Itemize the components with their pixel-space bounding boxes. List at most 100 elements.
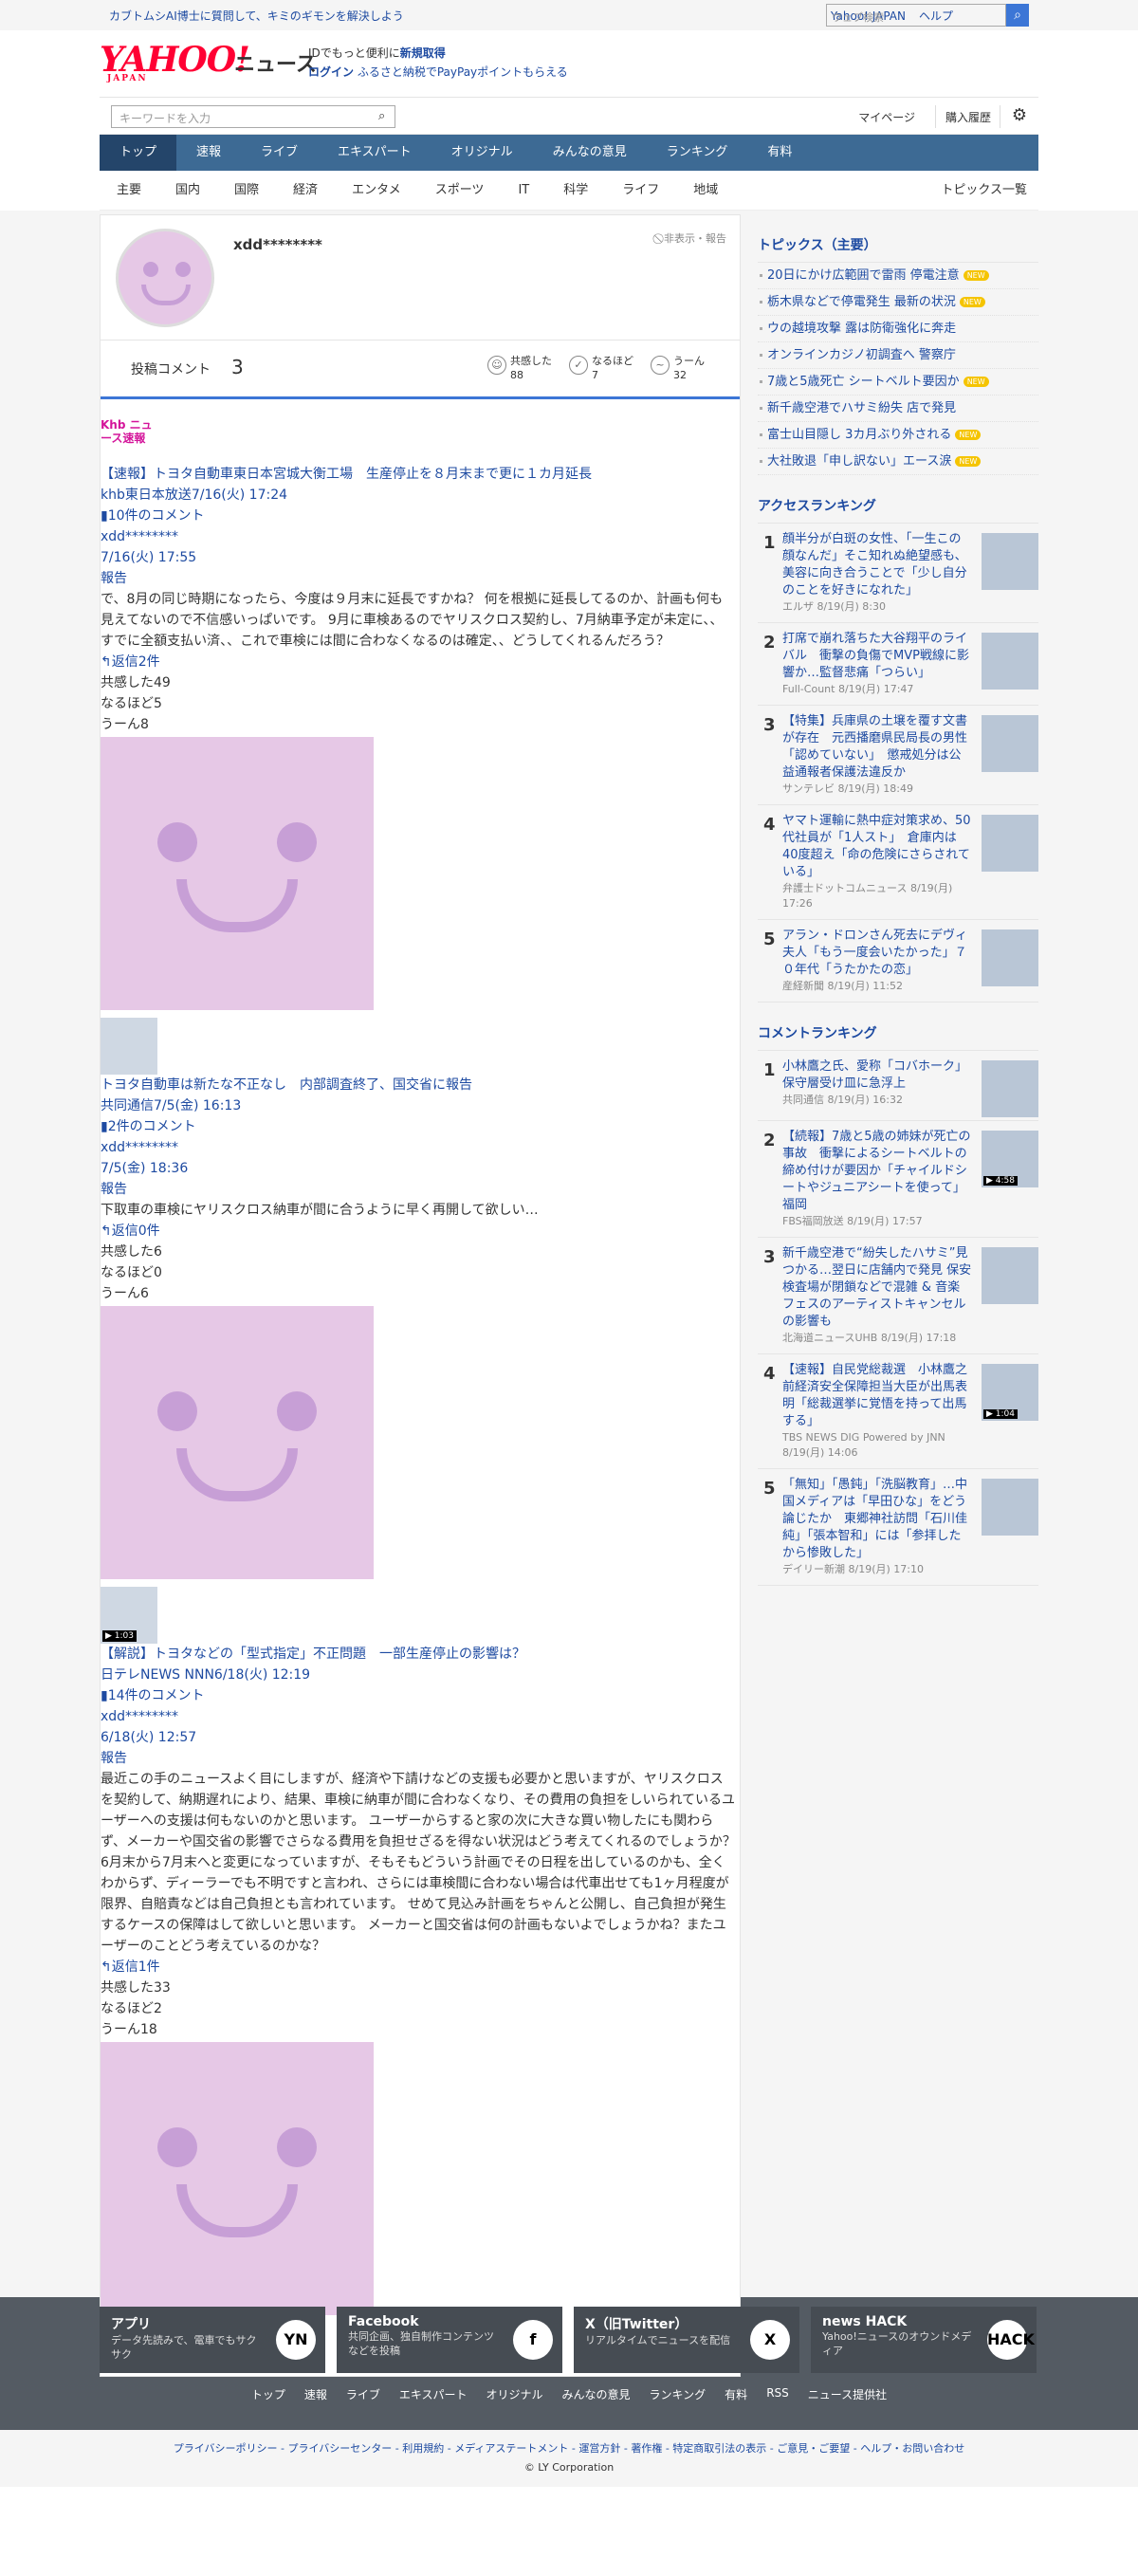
yahoo-logo[interactable]: YAHOO! JAPAN — [100, 40, 250, 83]
topics-list-link[interactable]: トピックス一覧 — [941, 171, 1027, 211]
signup-link[interactable]: 新規取得 — [400, 46, 446, 60]
gnav-live[interactable]: ライブ — [241, 135, 318, 171]
login-link[interactable]: ログイン — [308, 65, 354, 79]
gnav-expert[interactable]: エキスパート — [318, 135, 431, 171]
search-icon[interactable]: ⌕ — [378, 109, 385, 123]
ranking-title[interactable]: 小林鷹之氏、愛称「コバホーク」保守層受け皿に急浮上 — [782, 1058, 972, 1093]
web-search-input[interactable]: ウェブ検索 — [826, 4, 1006, 27]
cat-life[interactable]: ライフ — [605, 171, 676, 210]
ranking-item[interactable]: 2 打席で崩れ落ちた大谷翔平のライバル 衝撃の負傷でMVP戦線に影響か…監督悲痛「… — [758, 623, 1038, 706]
comment-ranking-heading[interactable]: コメントランキング — [758, 1003, 1038, 1051]
topic-link[interactable]: 栃木県などで停電発生 最新の状況 NEW — [758, 289, 1038, 316]
purchase-history-link[interactable]: 購入履歴 — [945, 109, 991, 125]
article-title[interactable]: 【速報】トヨタ自動車東日本宮城大衡工場 生産停止を８月末まで更に１カ月延長 — [101, 467, 592, 482]
ranking-thumbnail[interactable]: ▶ 1:04 — [982, 1364, 1038, 1421]
gnav-top[interactable]: トップ — [100, 135, 177, 171]
ranking-thumbnail[interactable] — [982, 929, 1038, 986]
ranking-title[interactable]: 【速報】自民党総裁選 小林鷹之前経済安全保障担当大臣が出馬表明「総裁選挙に覚悟を… — [782, 1362, 972, 1430]
ranking-thumbnail[interactable] — [982, 633, 1038, 690]
report-link[interactable]: 報告 — [101, 571, 127, 586]
hide-report-link[interactable]: ⃠ 非表示・報告 — [661, 230, 726, 246]
footer-link[interactable]: 速報 — [295, 2386, 337, 2402]
footer-link[interactable]: ライブ — [337, 2386, 390, 2402]
footer-link[interactable]: みんなの意見 — [553, 2386, 640, 2402]
ranking-item[interactable]: 1 小林鷹之氏、愛称「コバホーク」保守層受け皿に急浮上 共同通信 8/19(月) 1… — [758, 1051, 1038, 1121]
ranking-item[interactable]: 5 アラン・ドロンさん死去にデヴィ夫人「もう一度会いたかった」７０年代「うたかたの… — [758, 920, 1038, 1003]
footer-link[interactable]: エキスパート — [390, 2386, 477, 2402]
article-source[interactable]: 日テレNEWS NNN6/18(火) 12:19 — [101, 1667, 310, 1683]
ranking-thumbnail[interactable] — [982, 1247, 1038, 1304]
ranking-item[interactable]: 4 ヤマト運輸に熱中症対策求め、50代社員が「1人スト」 倉庫内は40度超え「命の… — [758, 805, 1038, 920]
footer-app-box[interactable]: アプリ データ先読みで、電車でもサクサク YN — [100, 2307, 325, 2373]
comment-count-link[interactable]: ▮10件のコメント — [101, 508, 205, 524]
topic-link[interactable]: 20日にかけ広範囲で雷雨 停電注意 NEW — [758, 263, 1038, 289]
ranking-thumbnail[interactable]: ▶ 4:58 — [982, 1131, 1038, 1187]
article-source[interactable]: 共同通信7/5(金) 16:13 — [101, 1098, 241, 1113]
comment-user[interactable]: xdd******** — [101, 1709, 178, 1724]
cat-main[interactable]: 主要 — [100, 171, 158, 210]
replies-link[interactable]: ↰返信2件 — [101, 654, 160, 670]
cat-sports[interactable]: スポーツ — [418, 171, 502, 210]
comment-user[interactable]: xdd******** — [101, 1140, 178, 1155]
ranking-item[interactable]: 3 【特集】兵庫県の土壌を覆す文書が存在 元西播磨県民局長の男性「認めていない」 … — [758, 706, 1038, 805]
legal-links[interactable]: プライバシーポリシー - プライバシーセンター - 利用規約 - メディアステー… — [0, 2439, 1138, 2458]
article-title[interactable]: トヨタ自動車は新たな不正なし 内部調査終了、国交省に報告 — [101, 1077, 472, 1093]
comment-date[interactable]: 6/18(火) 12:57 — [101, 1730, 196, 1745]
access-ranking-heading[interactable]: アクセスランキング — [758, 475, 1038, 524]
comment-count-link[interactable]: ▮2件のコメント — [101, 1119, 196, 1134]
ranking-title[interactable]: アラン・ドロンさん死去にデヴィ夫人「もう一度会いたかった」７０年代「うたかたの恋… — [782, 928, 972, 979]
ranking-title[interactable]: 新千歳空港で“紛失したハサミ”見つかる…翌日に店舗内で発見 保安検査場が閉鎖など… — [782, 1245, 972, 1331]
footer-link[interactable]: ニュース提供社 — [798, 2386, 896, 2402]
topic-link[interactable]: 新千歳空港でハサミ紛失 店で発見 — [758, 396, 1038, 422]
gnav-original[interactable]: オリジナル — [431, 135, 533, 171]
replies-link[interactable]: ↰返信1件 — [101, 1960, 160, 1975]
article-source[interactable]: khb東日本放送7/16(火) 17:24 — [101, 488, 287, 503]
footer-link[interactable]: トップ — [242, 2386, 295, 2402]
footer-link[interactable]: RSS — [757, 2386, 798, 2402]
comment-date[interactable]: 7/5(金) 18:36 — [101, 1161, 188, 1176]
gnav-ranking[interactable]: ランキング — [647, 135, 748, 171]
comment-date[interactable]: 7/16(火) 17:55 — [101, 550, 196, 565]
footer-newshack-box[interactable]: news HACK Yahoo!ニュースのオウンドメディア HACK — [811, 2307, 1037, 2373]
ranking-item[interactable]: 3 新千歳空港で“紛失したハサミ”見つかる…翌日に店舗内で発見 保安検査場が閉鎖な… — [758, 1238, 1038, 1354]
article-title[interactable]: 【解説】トヨタなどの「型式指定」不正問題 一部生産停止の影響は？ — [101, 1647, 525, 1662]
comment-count-link[interactable]: ▮14件のコメント — [101, 1688, 205, 1703]
ranking-thumbnail[interactable] — [982, 533, 1038, 590]
replies-link[interactable]: ↰返信0件 — [101, 1224, 160, 1239]
topic-link[interactable]: ウの越境攻撃 露は防衛強化に奔走 — [758, 316, 1038, 342]
comment-user[interactable]: xdd******** — [101, 529, 178, 544]
gnav-flash[interactable]: 速報 — [176, 135, 241, 171]
keyword-input[interactable]: キーワードを入力 — [111, 105, 395, 128]
footer-link[interactable]: オリジナル — [477, 2386, 553, 2402]
cat-entertainment[interactable]: エンタメ — [335, 171, 418, 210]
search-icon[interactable]: ⌕ — [1006, 4, 1029, 27]
article-thumbnail[interactable]: Khb ニュース速報 — [101, 407, 157, 464]
report-link[interactable]: 報告 — [101, 1751, 127, 1766]
ranking-thumbnail[interactable] — [982, 815, 1038, 872]
cat-local[interactable]: 地域 — [676, 171, 735, 210]
article-thumbnail[interactable] — [101, 1018, 157, 1075]
cat-domestic[interactable]: 国内 — [158, 171, 217, 210]
footer-link[interactable]: ランキング — [640, 2386, 716, 2402]
ranking-item[interactable]: 5 「無知」「愚鈍」「洗脳教育」…中国メディアは「早田ひな」をどう論じたか 東郷神… — [758, 1469, 1038, 1586]
news-title[interactable]: ニュース — [234, 47, 317, 78]
ranking-title[interactable]: 【続報】7歳と5歳の姉妹が死亡の事故 衝撃によるシートベルトの締め付けが要因か「… — [782, 1129, 972, 1214]
topic-link[interactable]: オンラインカジノ初調査へ 警察庁 — [758, 342, 1038, 369]
footer-link[interactable]: 有料 — [715, 2386, 757, 2402]
cat-world[interactable]: 国際 — [217, 171, 276, 210]
topic-link[interactable]: 7歳と5歳死亡 シートベルト要因か NEW — [758, 369, 1038, 396]
ranking-title[interactable]: 【特集】兵庫県の土壌を覆す文書が存在 元西播磨県民局長の男性「認めていない」 懲… — [782, 713, 972, 782]
cat-economy[interactable]: 経済 — [276, 171, 335, 210]
promo-link[interactable]: カブトムシAI博士に質問して、キミのギモンを解決しよう — [109, 8, 404, 24]
gnav-opinion[interactable]: みんなの意見 — [533, 135, 647, 171]
cat-science[interactable]: 科学 — [546, 171, 605, 210]
footer-facebook-box[interactable]: Facebook 共同企画、独自制作コンテンツなどを投稿 f — [337, 2307, 562, 2373]
ranking-item[interactable]: 4 【速報】自民党総裁選 小林鷹之前経済安全保障担当大臣が出馬表明「総裁選挙に覚悟… — [758, 1354, 1038, 1469]
topics-heading[interactable]: トピックス（主要） — [758, 214, 1038, 263]
ranking-thumbnail[interactable] — [982, 1479, 1038, 1536]
gnav-paid[interactable]: 有料 — [747, 135, 812, 171]
cat-it[interactable]: IT — [501, 171, 546, 210]
footer-x-box[interactable]: X（旧Twitter） リアルタイムでニュースを配信 X — [574, 2307, 799, 2373]
ranking-item[interactable]: 2 【続報】7歳と5歳の姉妹が死亡の事故 衝撃によるシートベルトの締め付けが要因か… — [758, 1121, 1038, 1238]
ranking-thumbnail[interactable] — [982, 715, 1038, 772]
